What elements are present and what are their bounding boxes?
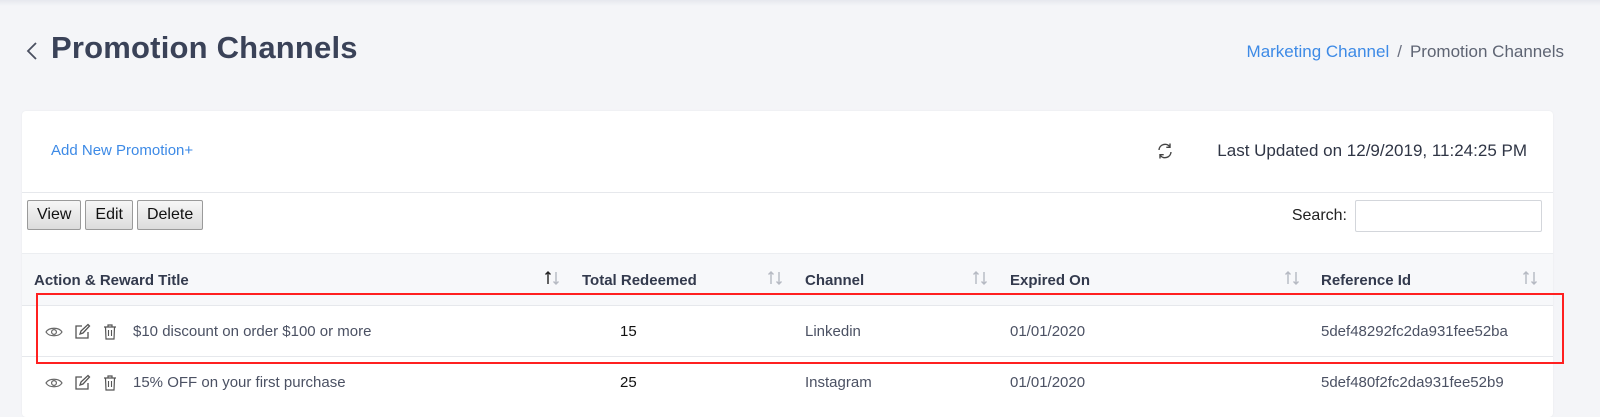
- refresh-icon[interactable]: [1155, 141, 1175, 161]
- table-row[interactable]: 15% OFF on your first purchase 25 Instag…: [22, 356, 1553, 407]
- search-label: Search:: [1291, 207, 1347, 224]
- sort-icon[interactable]: [971, 269, 989, 287]
- breadcrumb-marketing-channel[interactable]: Marketing Channel: [1247, 42, 1390, 61]
- trash-icon[interactable]: [101, 374, 119, 392]
- delete-button[interactable]: Delete: [136, 200, 204, 230]
- row-channel: Linkedin: [805, 323, 861, 340]
- row-total-redeemed: 15: [620, 323, 637, 340]
- column-header-total-redeemed[interactable]: Total Redeemed: [582, 272, 697, 289]
- edit-button[interactable]: Edit: [85, 200, 133, 230]
- edit-icon[interactable]: [73, 374, 91, 392]
- add-new-promotion-link[interactable]: Add New Promotion+: [51, 142, 193, 159]
- view-button[interactable]: View: [27, 200, 82, 230]
- edit-icon[interactable]: [73, 323, 91, 341]
- row-expired-on: 01/01/2020: [1010, 323, 1086, 340]
- breadcrumb: Marketing Channel / Promotion Channels: [1247, 42, 1564, 62]
- sort-icon[interactable]: [766, 269, 784, 287]
- last-updated-text: Last Updated on 12/9/2019, 11:24:25 PM: [1217, 141, 1527, 160]
- search-input[interactable]: [1355, 200, 1542, 232]
- eye-icon[interactable]: [45, 374, 63, 392]
- table-header: Action & Reward Title Total Redeemed Cha…: [22, 253, 1553, 305]
- row-channel: Instagram: [805, 374, 872, 391]
- page-title: Promotion Channels: [51, 30, 358, 65]
- card-toolbar: Add New Promotion+ Last Updated on 12/9/…: [22, 111, 1553, 193]
- row-actions: [45, 306, 119, 357]
- column-header-expired-on[interactable]: Expired On: [1010, 272, 1090, 289]
- row-title: 15% OFF on your first purchase: [133, 374, 346, 391]
- trash-icon[interactable]: [101, 323, 119, 341]
- sort-icon[interactable]: [1283, 269, 1301, 287]
- breadcrumb-current: Promotion Channels: [1409, 42, 1564, 61]
- row-title: $10 discount on order $100 or more: [133, 323, 372, 340]
- breadcrumb-separator: /: [1397, 42, 1402, 61]
- page-header: Promotion Channels Marketing Channel / Pro…: [0, 0, 1600, 105]
- row-total-redeemed: 25: [620, 374, 637, 391]
- row-reference-id: 5def48292fc2da931fee52ba: [1321, 323, 1508, 340]
- column-header-channel[interactable]: Channel: [805, 272, 864, 289]
- sort-icon[interactable]: [543, 269, 561, 287]
- row-reference-id: 5def480f2fc2da931fee52b9: [1321, 374, 1504, 391]
- eye-icon[interactable]: [45, 323, 63, 341]
- column-header-reference-id[interactable]: Reference Id: [1321, 272, 1411, 289]
- search-box: Search:: [1292, 200, 1542, 232]
- promotions-card: Add New Promotion+ Last Updated on 12/9/…: [22, 111, 1553, 417]
- action-buttons: View Edit Delete: [27, 200, 204, 230]
- row-expired-on: 01/01/2020: [1010, 374, 1086, 391]
- table-row[interactable]: $10 discount on order $100 or more 15 Li…: [22, 305, 1553, 356]
- sort-icon[interactable]: [1521, 269, 1539, 287]
- row-actions: [45, 357, 119, 408]
- chevron-left-icon[interactable]: [24, 40, 40, 62]
- column-header-title[interactable]: Action & Reward Title: [34, 272, 189, 289]
